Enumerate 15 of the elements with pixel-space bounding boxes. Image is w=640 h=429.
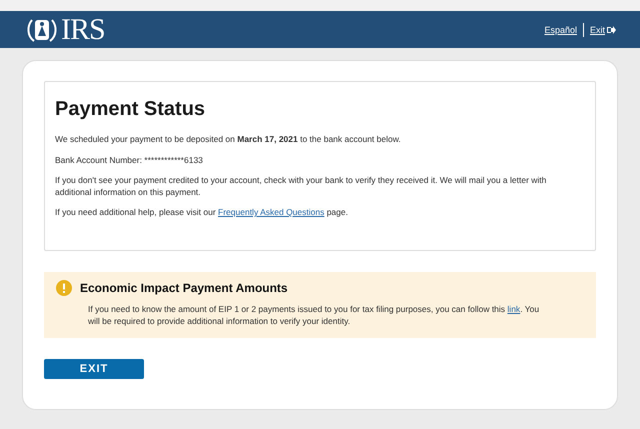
paragraph: Bank Account Number: ************6133	[55, 154, 204, 166]
alert-text: If you need to know the amount of EIP 1 or 2 payments issued to you for tax filing purposes, you can follow this link. You will be required to provide additional information to verify your identity.	[88, 304, 540, 327]
warning-icon	[56, 280, 72, 296]
eip-link[interactable]: link	[507, 304, 520, 314]
header-link[interactable]: Exit	[590, 24, 616, 34]
paragraph: We scheduled your payment to be deposited on March 17, 2021 to the bank account below.	[55, 134, 402, 146]
page-title: Payment Status	[55, 98, 206, 121]
exit-button[interactable]: EXIT	[44, 359, 144, 379]
alert-title: Economic Impact Payment Amounts	[80, 281, 288, 295]
header-link[interactable]: Español	[544, 24, 577, 34]
exit-icon	[607, 26, 616, 34]
paragraph: If you don't see your payment credited to your account, check with your bank to verify they received it. We will mail you a letter with additional information on this payment.	[55, 175, 548, 198]
paragraph: If you need additional help, please visit our Frequently Asked Questions page.	[55, 207, 349, 218]
logo-text: IRS	[61, 14, 105, 44]
faq-link[interactable]: Frequently Asked Questions	[218, 207, 324, 217]
